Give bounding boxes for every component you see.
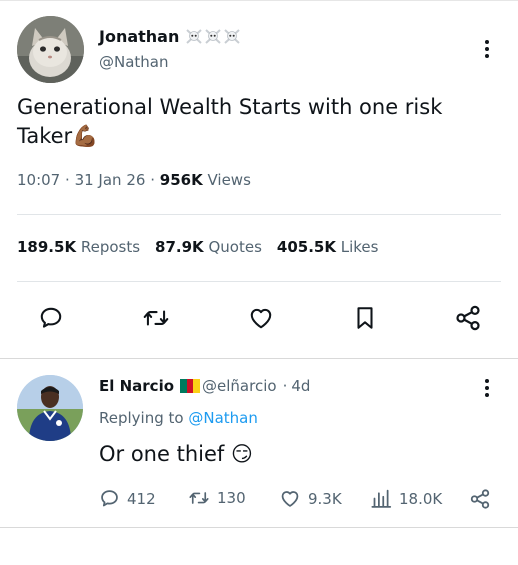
author-name[interactable]: Jonathan xyxy=(99,27,179,46)
likes-stat[interactable]: 405.5K Likes xyxy=(277,238,379,256)
retweet-icon xyxy=(189,492,209,504)
reply-author-row: El Narcio @elñarcio · 4d xyxy=(99,377,310,395)
cat-photo xyxy=(17,16,84,83)
views-count: 18.0K xyxy=(399,489,443,508)
author-name-row: Jonathan xyxy=(99,27,241,46)
reply-replies-button[interactable]: 412 xyxy=(99,488,156,509)
tweet-text: Generational Wealth Starts with one risk… xyxy=(17,93,492,151)
replies-count: 412 xyxy=(127,489,156,508)
share-icon[interactable] xyxy=(453,303,483,333)
meta-separator: · xyxy=(150,171,155,189)
views-label: Views xyxy=(207,171,251,189)
reply-share-button[interactable] xyxy=(469,488,491,510)
reposts-count: 130 xyxy=(217,489,246,507)
smirk-emoji: 😏 xyxy=(230,442,253,466)
skull-crossbones-icon xyxy=(205,29,222,44)
quotes-count: 87.9K xyxy=(155,238,204,256)
reposts-label: Reposts xyxy=(80,238,141,256)
quotes-label: Quotes xyxy=(208,238,262,256)
player-photo xyxy=(17,375,83,441)
engagement-stats: 189.5K Reposts 87.9K Quotes 405.5K Likes xyxy=(17,238,378,256)
reply-views-button[interactable]: 18.0K xyxy=(371,488,442,509)
reply-reposts-button[interactable]: 130 xyxy=(188,488,246,508)
views-count: 956K xyxy=(159,171,203,189)
cameroon-flag-icon xyxy=(180,379,201,393)
reply-icon[interactable] xyxy=(36,303,66,333)
bottom-divider xyxy=(0,527,518,528)
divider xyxy=(17,281,501,282)
retweet-icon[interactable] xyxy=(141,303,171,333)
likes-label: Likes xyxy=(340,238,379,256)
flexed-biceps-emoji: 💪🏾 xyxy=(72,124,99,148)
top-border xyxy=(0,0,518,1)
likes-count: 405.5K xyxy=(276,238,336,256)
replying-prefix: Replying to xyxy=(99,409,184,427)
bookmark-icon[interactable] xyxy=(350,303,380,333)
tweet-time[interactable]: 10:07 xyxy=(17,171,60,189)
meta-separator: · xyxy=(282,377,288,395)
tweet-meta: 10:07 · 31 Jan 26 · 956K Views xyxy=(17,171,251,189)
reply-body: Or one thief xyxy=(99,442,225,466)
reposts-stat[interactable]: 189.5K Reposts xyxy=(17,238,140,256)
reply-likes-button[interactable]: 9.3K xyxy=(279,488,342,509)
skull-crossbones-icon xyxy=(186,29,203,44)
share-icon xyxy=(470,489,490,509)
heart-icon[interactable] xyxy=(246,303,276,333)
views-chart-icon xyxy=(371,489,392,508)
quotes-stat[interactable]: 87.9K Quotes xyxy=(155,238,262,256)
author-avatar[interactable] xyxy=(17,16,84,83)
reply-time[interactable]: 4d xyxy=(291,377,310,395)
author-handle[interactable]: @Nathan xyxy=(99,53,169,71)
tweet-date[interactable]: 31 Jan 26 xyxy=(75,171,146,189)
reply-author-handle[interactable]: @elñarcio xyxy=(202,377,277,395)
reply-text: Or one thief 😏 xyxy=(99,440,253,469)
reply-author-name[interactable]: El Narcio xyxy=(99,377,174,395)
heart-icon xyxy=(281,491,299,507)
section-divider xyxy=(0,358,518,359)
divider xyxy=(17,214,501,215)
more-options-icon[interactable] xyxy=(477,38,497,60)
skull-crossbones-icon xyxy=(224,29,241,44)
likes-count: 9.3K xyxy=(308,489,342,508)
skull-badges xyxy=(186,29,241,44)
meta-separator: · xyxy=(65,171,70,189)
more-options-icon[interactable] xyxy=(477,377,497,399)
replying-to-link[interactable]: @Nathan xyxy=(188,409,258,427)
reply-icon xyxy=(101,490,118,507)
replying-to: Replying to @Nathan xyxy=(99,409,258,427)
reply-author-avatar[interactable] xyxy=(17,375,83,441)
reposts-count: 189.5K xyxy=(17,238,77,256)
